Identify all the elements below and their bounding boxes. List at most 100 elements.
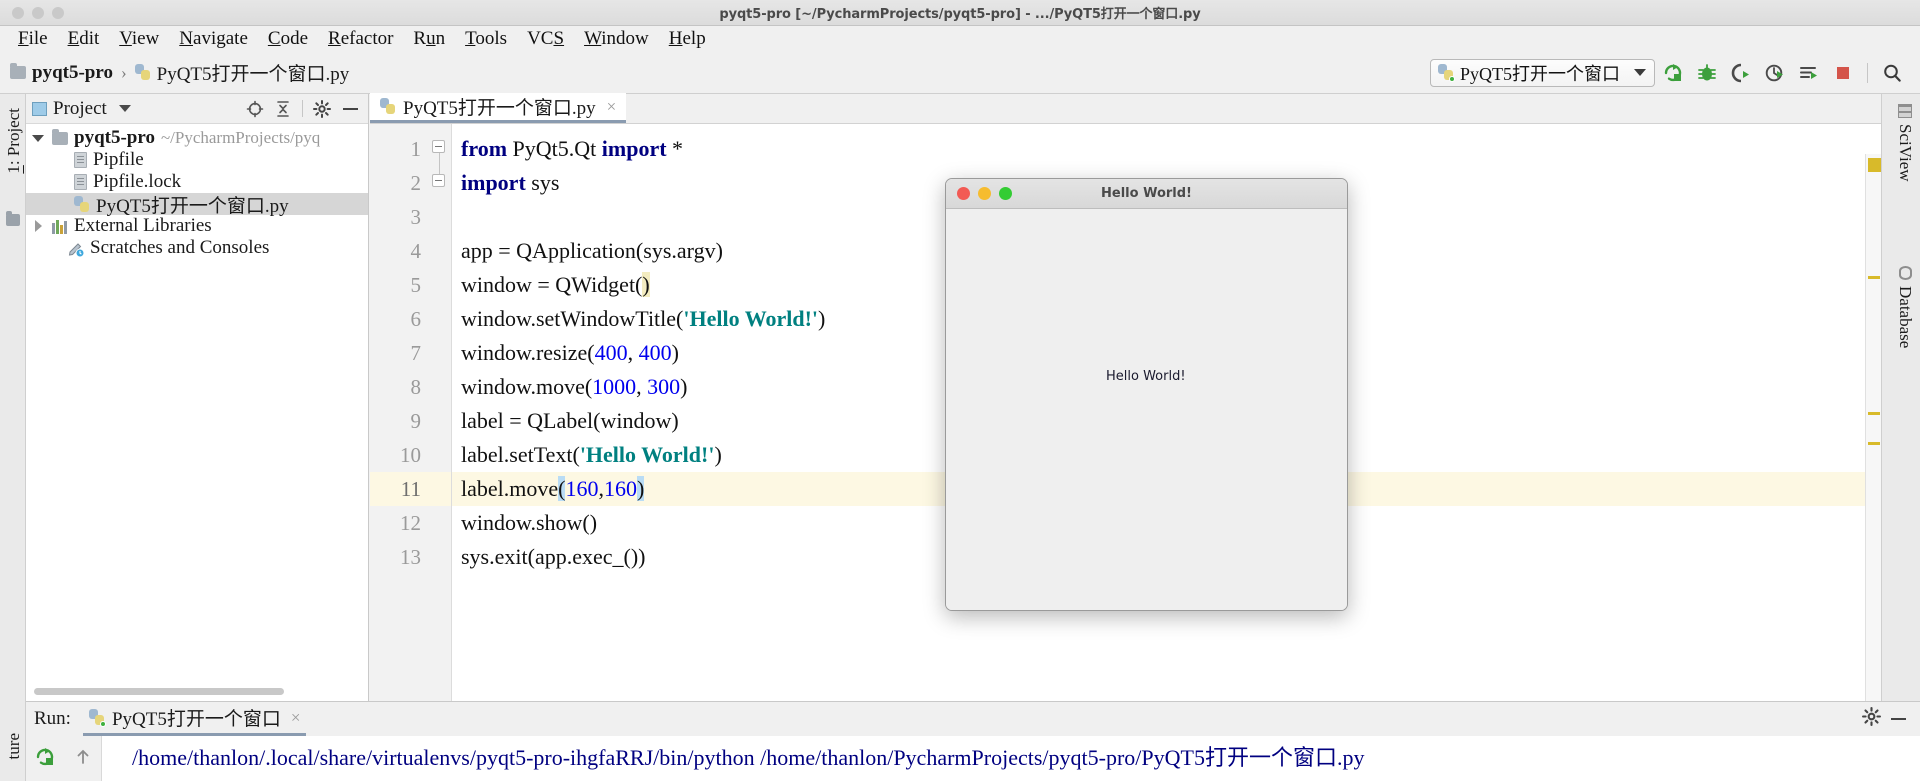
line-number: 5 bbox=[370, 268, 451, 302]
menu-file[interactable]: File bbox=[8, 26, 58, 52]
twisty-down-icon[interactable] bbox=[30, 135, 46, 142]
code-line-1[interactable]: from PyQt5.Qt import * bbox=[452, 132, 1881, 166]
editor-tab-pyqt5-file[interactable]: PyQT5打开一个窗口.py × bbox=[370, 93, 626, 123]
sciview-label: SciView bbox=[1895, 124, 1915, 182]
project-view-chevron-down-icon[interactable] bbox=[119, 105, 131, 112]
run-tab-pyqt5[interactable]: PyQT5打开一个窗口 × bbox=[83, 702, 307, 736]
run-with-console-button[interactable] bbox=[1793, 58, 1825, 88]
right-tool-strip: SciView Database bbox=[1881, 94, 1920, 701]
breadcrumb-project[interactable]: pyqt5-pro bbox=[10, 62, 113, 84]
locate-icon[interactable] bbox=[243, 97, 267, 121]
file-icon bbox=[74, 174, 87, 190]
pyqt-hello-world-window[interactable]: Hello World! Hello World! bbox=[945, 178, 1348, 611]
tree-item-label: Pipfile bbox=[93, 149, 144, 171]
hide-panel-icon[interactable] bbox=[338, 97, 362, 121]
menu-refactor[interactable]: Refactor bbox=[318, 26, 403, 52]
line-number-current: 11 bbox=[370, 472, 451, 506]
settings-gear-icon[interactable] bbox=[1862, 707, 1881, 731]
tree-item-label: PyQT5打开一个窗口.py bbox=[96, 191, 289, 218]
hide-panel-icon[interactable] bbox=[1891, 718, 1906, 720]
tree-item-scratches-and-consoles[interactable]: Scratches and Consoles bbox=[26, 237, 368, 259]
file-icon bbox=[74, 152, 87, 168]
folder-icon bbox=[10, 66, 26, 79]
editor-marker-gutter[interactable] bbox=[1865, 154, 1881, 701]
breadcrumb: pyqt5-pro › PyQT5打开一个窗口.py bbox=[0, 59, 349, 86]
menu-run[interactable]: Run bbox=[403, 26, 455, 52]
tree-item-python-file[interactable]: PyQT5打开一个窗口.py bbox=[26, 193, 368, 215]
fold-region-line bbox=[439, 153, 440, 175]
sidebar-item-structure[interactable]: ture bbox=[0, 731, 26, 761]
marker-line[interactable] bbox=[1868, 276, 1880, 279]
marker-warning[interactable] bbox=[1868, 158, 1881, 172]
twisty-right-icon[interactable] bbox=[30, 220, 46, 232]
breadcrumb-file-label: PyQT5打开一个窗口.py bbox=[157, 59, 350, 86]
database-icon bbox=[1899, 266, 1912, 280]
menu-help[interactable]: Help bbox=[659, 26, 716, 52]
project-panel-horizontal-scrollbar[interactable] bbox=[34, 688, 284, 695]
pyqt-window-body: Hello World! bbox=[946, 209, 1347, 611]
tree-item-pyqt5-pro[interactable]: pyqt5-pro ~/PycharmProjects/pyq bbox=[26, 127, 368, 149]
run-console-body: /home/thanlon/.local/share/virtualenvs/p… bbox=[26, 736, 1920, 781]
tree-item-external-libraries[interactable]: External Libraries bbox=[26, 215, 368, 237]
profile-button[interactable] bbox=[1759, 58, 1791, 88]
chevron-down-icon[interactable] bbox=[1634, 69, 1646, 76]
marker-line[interactable] bbox=[1868, 442, 1880, 445]
left-tool-strip: 1: Project bbox=[0, 94, 26, 701]
breadcrumb-project-label: pyqt5-pro bbox=[32, 62, 113, 84]
tree-item-label: pyqt5-pro bbox=[74, 127, 155, 149]
tree-item-label: Scratches and Consoles bbox=[90, 237, 269, 259]
close-icon[interactable]: × bbox=[291, 708, 301, 728]
database-label: Database bbox=[1895, 286, 1915, 348]
python-run-config-icon bbox=[1438, 64, 1454, 81]
sidebar-item-database[interactable]: Database bbox=[1892, 262, 1918, 352]
stop-button[interactable] bbox=[1827, 58, 1859, 88]
menu-window[interactable]: Window bbox=[574, 26, 659, 52]
run-side-buttons bbox=[26, 736, 102, 781]
toolbar-right-actions: PyQT5打开一个窗口 bbox=[1430, 58, 1920, 88]
line-number-gutter[interactable]: 1 2 3 4 5 6 7 8 9 10 11 12 13 bbox=[370, 124, 452, 701]
window-title: pyqt5-pro [~/PycharmProjects/pyqt5-pro] … bbox=[0, 3, 1920, 22]
run-console-output[interactable]: /home/thanlon/.local/share/virtualenvs/p… bbox=[102, 736, 1920, 781]
toolbar-divider bbox=[1867, 63, 1868, 83]
rerun-icon[interactable] bbox=[34, 746, 56, 773]
settings-gear-icon[interactable] bbox=[310, 97, 334, 121]
breadcrumb-file[interactable]: PyQT5打开一个窗口.py bbox=[135, 59, 350, 86]
line-number: 3 bbox=[370, 200, 451, 234]
menu-code[interactable]: Code bbox=[258, 26, 318, 52]
menu-view[interactable]: View bbox=[109, 26, 169, 52]
menu-edit[interactable]: Edit bbox=[58, 26, 110, 52]
menu-navigate[interactable]: Navigate bbox=[169, 26, 258, 52]
collapse-all-icon[interactable] bbox=[271, 97, 295, 121]
tree-item-label: External Libraries bbox=[74, 215, 212, 237]
python-run-config-icon bbox=[89, 709, 105, 726]
debug-button[interactable] bbox=[1691, 58, 1723, 88]
run-with-coverage-button[interactable] bbox=[1725, 58, 1757, 88]
sciview-grid-icon bbox=[1898, 104, 1912, 118]
project-panel-title: Project bbox=[53, 98, 107, 120]
project-panel: Project bbox=[26, 94, 369, 701]
run-configuration-label: PyQT5打开一个窗口 bbox=[1460, 60, 1620, 86]
tree-item-pipfile[interactable]: Pipfile bbox=[26, 149, 368, 171]
scroll-up-icon[interactable] bbox=[73, 747, 93, 772]
fold-marker-icon[interactable] bbox=[432, 140, 445, 153]
project-strip-folder-icon bbox=[6, 214, 20, 226]
run-button[interactable] bbox=[1657, 58, 1689, 88]
run-configuration-selector[interactable]: PyQT5打开一个窗口 bbox=[1430, 59, 1655, 87]
pyqt-hello-label: Hello World! bbox=[1106, 369, 1186, 384]
search-everywhere-button[interactable] bbox=[1876, 58, 1908, 88]
menu-tools[interactable]: Tools bbox=[455, 26, 517, 52]
window-titlebar: pyqt5-pro [~/PycharmProjects/pyqt5-pro] … bbox=[0, 0, 1920, 26]
sidebar-item-project[interactable]: 1: Project bbox=[0, 102, 26, 180]
python-file-icon bbox=[380, 98, 396, 115]
close-icon[interactable]: × bbox=[607, 97, 617, 117]
pyqt-window-titlebar[interactable]: Hello World! bbox=[946, 179, 1347, 209]
python-file-icon bbox=[135, 64, 151, 81]
marker-line[interactable] bbox=[1868, 412, 1880, 415]
line-number: 7 bbox=[370, 336, 451, 370]
project-panel-header: Project bbox=[26, 94, 368, 124]
line-number: 12 bbox=[370, 506, 451, 540]
menu-vcs[interactable]: VCS bbox=[517, 26, 574, 52]
sidebar-item-sciview[interactable]: SciView bbox=[1892, 100, 1918, 186]
fold-marker-icon[interactable] bbox=[432, 174, 445, 187]
editor-tabstrip: PyQT5打开一个窗口.py × bbox=[370, 94, 1881, 124]
